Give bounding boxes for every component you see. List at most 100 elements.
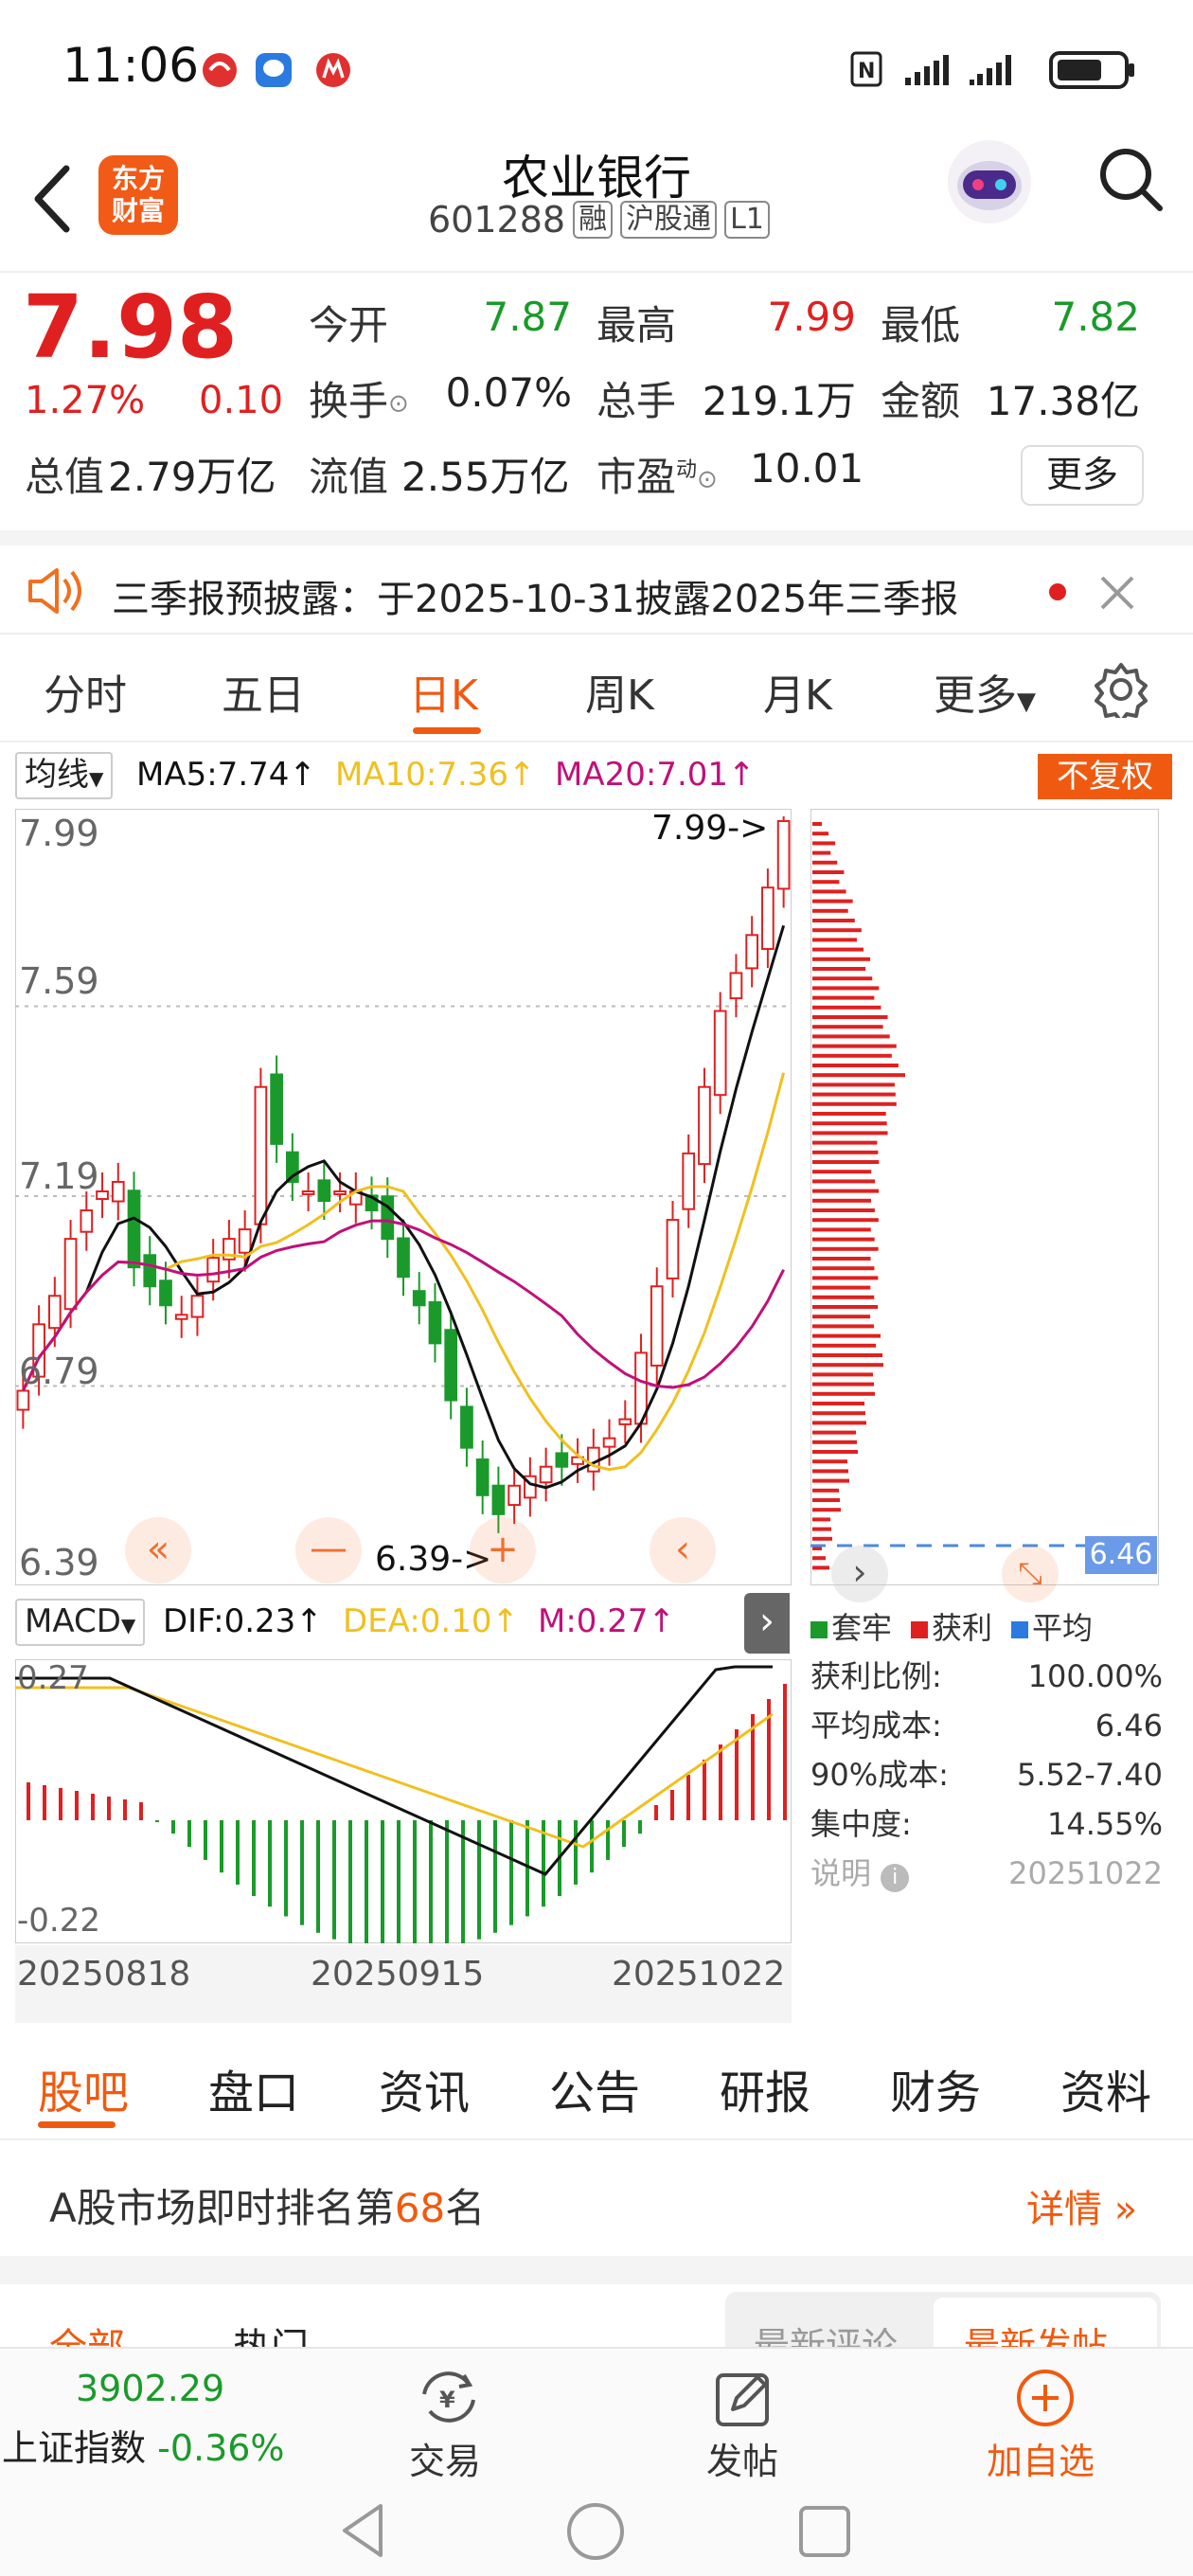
trade-icon[interactable]: ¥ xyxy=(411,2366,487,2428)
active-tab-indicator xyxy=(38,2121,116,2128)
collapse-panel-button[interactable]: › xyxy=(744,1593,790,1654)
chip-stat-row: 集中度: 14.55% xyxy=(810,1806,1163,1842)
notice-banner[interactable]: 三季报预披露：于2025-10-31披露2025年三季报 xyxy=(0,530,1193,635)
tab-forum[interactable]: 股吧 xyxy=(38,2055,129,2121)
info-icon[interactable]: ⊙ xyxy=(388,390,409,419)
post-filter-row: 全部 热门 最新评论 最新发帖 xyxy=(0,2284,1193,2351)
open-value: 7.87 xyxy=(483,294,572,340)
info-tabs: 股吧 盘口 资讯 公告 研报 财务 资料 xyxy=(0,2027,1193,2140)
connect-tag: 沪股通 xyxy=(620,201,718,239)
pe-superscript: 动 xyxy=(676,458,698,482)
tab-financials[interactable]: 财务 xyxy=(890,2055,981,2121)
scroll-left-fast-button[interactable]: « xyxy=(125,1517,191,1583)
market-rank-row[interactable]: A股市场即时排名第68名 详情 » xyxy=(0,2142,1193,2256)
filter-all[interactable]: 全部 xyxy=(49,2317,125,2351)
legend-item: 套牢 xyxy=(810,1604,892,1648)
system-nav-bar xyxy=(0,2483,1193,2576)
quote-panel: 7.98 1.27% 0.10 今开 7.87 最高 7.99 最低 7.82 … xyxy=(0,277,1193,523)
zoom-in-button[interactable]: + xyxy=(470,1517,536,1583)
period-tabs: 分时 五日 日K 周K 月K 更多▼ xyxy=(0,636,1193,742)
recents-nav-icon[interactable] xyxy=(795,2502,854,2561)
ma-selector[interactable]: 均线▼ xyxy=(15,752,114,799)
high-label: 最高 xyxy=(596,302,677,349)
tab-more[interactable]: 更多▼ xyxy=(934,661,1036,722)
tab-monthly-k[interactable]: 月K xyxy=(763,661,832,722)
close-icon[interactable] xyxy=(1096,572,1138,614)
tab-news[interactable]: 资讯 xyxy=(379,2055,470,2121)
chip-distribution-chart[interactable] xyxy=(810,809,1159,1585)
stock-code-row: 601288 融 沪股通 L1 xyxy=(428,199,770,241)
stock-code: 601288 xyxy=(428,199,566,241)
info-icon[interactable]: ⊙ xyxy=(697,466,718,494)
sort-latest-post[interactable]: 最新发帖 xyxy=(964,2317,1108,2351)
amount-label: 金额 xyxy=(881,378,961,424)
macd-selector[interactable]: MACD▼ xyxy=(15,1599,146,1646)
tab-research[interactable]: 研报 xyxy=(720,2055,810,2121)
adjust-button[interactable]: 不复权 xyxy=(1038,754,1172,799)
dropdown-icon: ▼ xyxy=(1017,688,1036,716)
kline-chart[interactable] xyxy=(15,809,792,1585)
price-axis-label: 7.19 xyxy=(19,1155,99,1197)
low-value: 7.82 xyxy=(1051,294,1140,340)
margin-tag: 融 xyxy=(573,201,614,239)
kline-chart-area[interactable]: 均线▼ MA5:7.74↑ MA10:7.36↑ MA20:7.01↑ 不复权 … xyxy=(0,744,1193,2025)
macd-top-label: 0.27 xyxy=(17,1659,89,1697)
sort-latest-comment[interactable]: 最新评论 xyxy=(754,2317,898,2351)
expand-icon[interactable]: ⤡ xyxy=(1002,1546,1059,1602)
macd-bottom-label: -0.22 xyxy=(17,1902,100,1940)
gear-icon[interactable] xyxy=(1093,661,1149,718)
chip-stat-row: 获利比例: 100.00% xyxy=(810,1658,1163,1694)
svg-text:¥: ¥ xyxy=(439,2387,455,2413)
post-label[interactable]: 发帖 xyxy=(706,2432,778,2484)
volume-value: 219.1万 xyxy=(702,378,856,424)
turnover-label: 换手⊙ xyxy=(309,378,409,424)
trade-label[interactable]: 交易 xyxy=(409,2432,481,2484)
scroll-left-button[interactable]: ‹ xyxy=(650,1517,716,1583)
level-tag: L1 xyxy=(724,201,770,239)
detail-link[interactable]: 详情 » xyxy=(1026,2178,1137,2233)
chip-stat-row: 90%成本: 5.52-7.40 xyxy=(810,1757,1163,1793)
chip-prev-button[interactable]: › xyxy=(831,1546,888,1602)
tab-profile[interactable]: 资料 xyxy=(1060,2055,1151,2121)
chip-note-row[interactable]: 说明 i 20251022 xyxy=(810,1849,1163,1898)
float-value: 2.55万亿 xyxy=(401,454,570,500)
tab-orderbook[interactable]: 盘口 xyxy=(208,2055,299,2121)
date-label: 20250818 xyxy=(17,1955,191,1994)
legend-item: 平均 xyxy=(1011,1604,1093,1648)
macd-chart[interactable] xyxy=(15,1659,792,1943)
date-label: 20251022 xyxy=(612,1955,786,1994)
add-watchlist-icon[interactable] xyxy=(1013,2366,1077,2430)
stock-header: 东方财富 农业银行 601288 融 沪股通 L1 xyxy=(0,133,1193,273)
change-percent: 1.27% xyxy=(25,379,146,422)
status-bar: 11:06 N xyxy=(0,0,1193,133)
chip-stat-row: 平均成本: 6.46 xyxy=(810,1708,1163,1744)
mktcap-value: 2.79万亿 xyxy=(108,454,276,500)
current-price: 7.98 xyxy=(23,277,238,378)
avg-cost-marker: 6.46 xyxy=(1085,1536,1157,1574)
tab-five-day[interactable]: 五日 xyxy=(222,661,305,722)
volume-label: 总手 xyxy=(596,378,677,424)
add-watchlist-label[interactable]: 加自选 xyxy=(987,2432,1095,2484)
more-button[interactable]: 更多 xyxy=(1021,445,1144,506)
m-label: M:0.27↑ xyxy=(538,1602,675,1640)
search-icon[interactable] xyxy=(1094,142,1169,218)
chip-legend: 套牢 获利 平均 xyxy=(810,1604,1170,1648)
index-row[interactable]: 上证指数 -0.36% xyxy=(2,2419,285,2471)
price-axis-label: 7.59 xyxy=(19,960,99,1002)
tab-announcements[interactable]: 公告 xyxy=(549,2055,640,2121)
system-indicators: N xyxy=(850,51,1134,89)
robot-assistant-icon[interactable] xyxy=(942,133,1037,227)
zoom-out-button[interactable]: — xyxy=(295,1517,362,1583)
home-nav-icon[interactable] xyxy=(564,2500,627,2563)
legend-item: 获利 xyxy=(911,1604,992,1648)
tab-daily-k[interactable]: 日K xyxy=(409,661,478,722)
change-amount: 0.10 xyxy=(199,379,284,422)
tab-intraday[interactable]: 分时 xyxy=(44,661,127,722)
back-nav-icon[interactable] xyxy=(335,2500,392,2561)
amount-value: 17.38亿 xyxy=(986,378,1140,424)
post-icon[interactable] xyxy=(712,2368,775,2428)
filter-hot[interactable]: 热门 xyxy=(233,2317,309,2351)
tab-weekly-k[interactable]: 周K xyxy=(585,661,654,722)
pe-label: 市盈动⊙ xyxy=(596,454,718,500)
speaker-icon xyxy=(28,568,81,614)
